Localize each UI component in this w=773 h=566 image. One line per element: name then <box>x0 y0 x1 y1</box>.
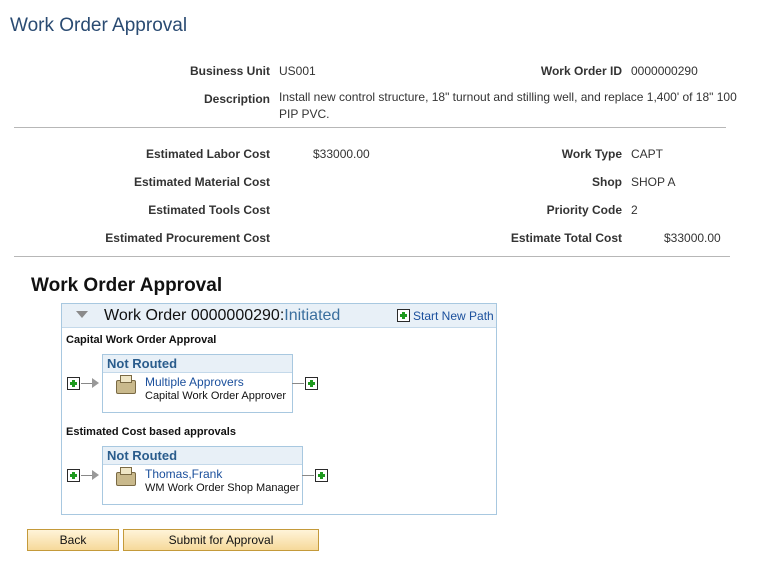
step-header: Not Routed <box>103 355 292 373</box>
approver-role: WM Work Order Shop Manager <box>145 482 300 494</box>
collapse-triangle-icon[interactable] <box>76 311 88 318</box>
approver-link[interactable]: Multiple Approvers <box>145 375 244 389</box>
divider-bottom <box>14 256 730 257</box>
insert-step-before-plus-icon[interactable] <box>67 377 80 390</box>
business-unit-label: Business Unit <box>189 64 270 78</box>
business-unit-value: US001 <box>279 64 316 78</box>
step-box-estimated-cost: Not Routed Thomas,Frank WM Work Order Sh… <box>102 446 303 505</box>
page-title: Work Order Approval <box>10 15 188 36</box>
step-status: Not Routed <box>107 356 178 371</box>
est-total-label: Estimate Total Cost <box>510 231 622 245</box>
work-order-id-label: Work Order ID <box>540 64 622 78</box>
est-tools-label: Estimated Tools Cost <box>148 203 270 217</box>
submit-for-approval-button[interactable]: Submit for Approval <box>123 529 319 551</box>
arrow-right-icon <box>92 470 99 480</box>
start-new-path-link[interactable]: Start New Path <box>413 309 494 323</box>
arrow-right-icon <box>92 378 99 388</box>
description-line-1: Install new control structure, 18" turno… <box>279 90 737 104</box>
start-new-path-plus-icon[interactable] <box>397 309 410 322</box>
insert-step-after-plus-icon[interactable] <box>315 469 328 482</box>
path-label-capital: Capital Work Order Approval <box>66 334 217 346</box>
approval-panel: Work Order 0000000290:Initiated Start Ne… <box>61 303 497 515</box>
approval-header-status: Initiated <box>284 307 341 324</box>
step-header: Not Routed <box>103 447 302 465</box>
work-order-id-value: 0000000290 <box>631 64 698 78</box>
priority-value: 2 <box>631 203 638 217</box>
step-box-capital: Not Routed Multiple Approvers Capital Wo… <box>102 354 293 413</box>
insert-step-after-plus-icon[interactable] <box>305 377 318 390</box>
approval-panel-header: Work Order 0000000290:Initiated Start Ne… <box>62 304 496 328</box>
description-label: Description <box>203 92 270 106</box>
priority-label: Priority Code <box>546 203 622 217</box>
connector-line <box>292 383 304 384</box>
est-material-label: Estimated Material Cost <box>133 175 270 189</box>
work-type-label: Work Type <box>561 147 622 161</box>
approval-section-title: Work Order Approval <box>31 275 223 296</box>
est-total-value: $33000.00 <box>664 231 721 245</box>
insert-step-before-plus-icon[interactable] <box>67 469 80 482</box>
approval-header-title: Work Order 0000000290:Initiated <box>104 307 340 325</box>
path-label-estimated-cost: Estimated Cost based approvals <box>66 426 236 438</box>
step-status: Not Routed <box>107 448 178 463</box>
approver-role: Capital Work Order Approver <box>145 390 287 402</box>
work-type-value: CAPT <box>631 147 664 161</box>
inbox-tray-icon <box>116 467 136 486</box>
est-labor-value: $33000.00 <box>313 147 370 161</box>
connector-line <box>302 475 314 476</box>
approval-header-prefix: Work Order 0000000290: <box>104 307 285 324</box>
description-value: Install new control structure, 18" turno… <box>279 89 759 123</box>
inbox-tray-icon <box>116 375 136 394</box>
back-button[interactable]: Back <box>27 529 119 551</box>
shop-value: SHOP A <box>631 175 676 189</box>
description-line-2: PIP PVC. <box>279 107 330 121</box>
est-procurement-label: Estimated Procurement Cost <box>105 231 270 245</box>
divider-top <box>14 127 726 128</box>
approver-link[interactable]: Thomas,Frank <box>145 467 222 481</box>
shop-label: Shop <box>592 175 622 189</box>
est-labor-label: Estimated Labor Cost <box>145 147 270 161</box>
